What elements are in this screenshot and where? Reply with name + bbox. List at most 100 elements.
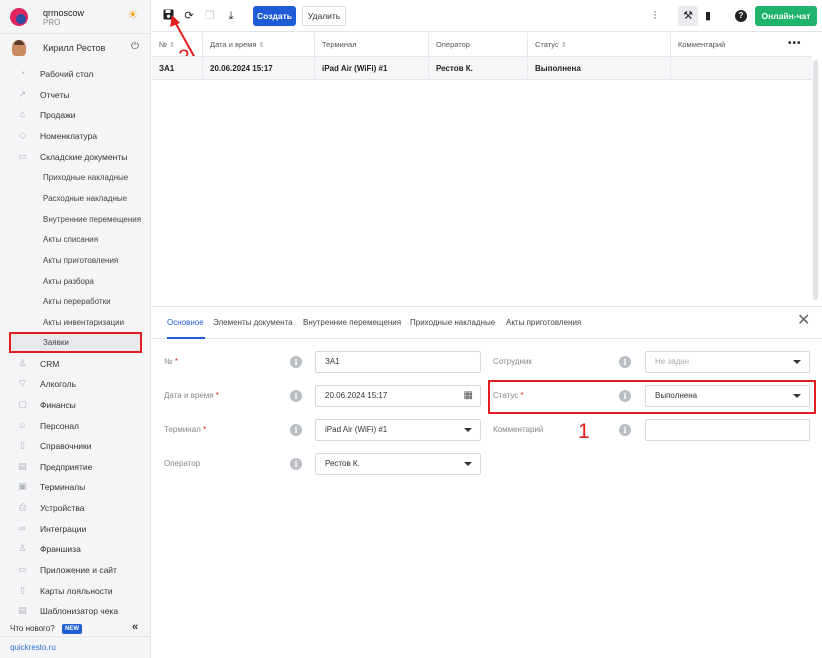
more-options-icon[interactable]: ••• bbox=[788, 33, 802, 55]
terminal-select[interactable]: iPad Air (WiFi) #1 bbox=[315, 419, 481, 441]
sidebar-item-references[interactable]: ▯ Справочники bbox=[0, 436, 151, 456]
online-chat-button[interactable]: Онлайн-чат bbox=[755, 6, 817, 26]
number-input[interactable]: ЗА1 bbox=[315, 351, 481, 373]
sidebar-subitem-cooking-acts[interactable]: Акты приготовления bbox=[0, 250, 151, 270]
sidebar-item-reports[interactable]: ↗ Отчеты bbox=[0, 85, 151, 105]
sidebar-item-label: Франшиза bbox=[40, 544, 81, 554]
app-logo bbox=[10, 8, 28, 26]
employee-select[interactable]: Не задан bbox=[645, 351, 810, 373]
delete-button[interactable]: Удалить bbox=[302, 6, 346, 26]
chevron-down-icon bbox=[464, 428, 472, 432]
status-select[interactable]: Выполнена bbox=[645, 385, 810, 407]
info-icon[interactable]: i bbox=[619, 390, 631, 402]
app-site-icon: ▭ bbox=[18, 564, 27, 574]
site-link[interactable]: quickresto.ru bbox=[10, 643, 56, 652]
table-scrollbar[interactable] bbox=[813, 60, 818, 300]
sidebar-item-label: Внутренние перемещения bbox=[43, 215, 142, 224]
sidebar-subitem-inventory-acts[interactable]: Акты инвентаризации bbox=[0, 312, 151, 332]
sidebar-item-nomenclature[interactable]: ◇ Номенклатура bbox=[0, 126, 151, 146]
sidebar-item-loyalty-cards[interactable]: ▯ Карты лояльности bbox=[0, 581, 151, 601]
receipt-template-icon: ▤ bbox=[18, 605, 27, 615]
column-header-datetime[interactable]: Дата и время ⇕ bbox=[203, 33, 315, 57]
info-icon[interactable]: i bbox=[290, 458, 302, 470]
user-profile[interactable]: Кирилл Рестов ⏻ bbox=[0, 36, 151, 60]
field-label-number: № * bbox=[164, 357, 178, 366]
theme-toggle-icon[interactable]: ☀ bbox=[127, 8, 139, 21]
sidebar-item-label: CRM bbox=[40, 359, 60, 369]
sidebar-item-integrations[interactable]: ∞ Интеграции bbox=[0, 519, 151, 539]
sidebar-subitem-incoming-invoices[interactable]: Приходные накладные bbox=[0, 167, 151, 187]
datetime-input[interactable]: 20.06.2024 15:17 ▦ bbox=[315, 385, 481, 407]
sidebar-subitem-disassembly-acts[interactable]: Акты разбора bbox=[0, 271, 151, 291]
sidebar-item-label: Устройства bbox=[40, 503, 85, 513]
sidebar-item-terminals[interactable]: ▣ Терминалы bbox=[0, 477, 151, 497]
cell-terminal: iPad Air (WiFi) #1 bbox=[315, 57, 429, 80]
brand-plan: PRO bbox=[43, 18, 61, 27]
sidebar-item-sales[interactable]: ⌂ Продажи bbox=[0, 105, 151, 125]
sidebar-item-app-site[interactable]: ▭ Приложение и сайт bbox=[0, 560, 151, 580]
table-header: № ⇕ Дата и время ⇕ Терминал Оператор Ста… bbox=[152, 33, 812, 57]
close-icon[interactable]: ✕ bbox=[797, 313, 810, 329]
sidebar-item-finance[interactable]: ▢ Финансы bbox=[0, 395, 151, 415]
sidebar-item-label: Справочники bbox=[40, 441, 92, 451]
help-icon[interactable]: ? bbox=[735, 10, 747, 22]
settings-sliders-icon[interactable]: ⫶ bbox=[648, 9, 662, 23]
sidebar-item-staff[interactable]: ☺ Персонал bbox=[0, 416, 151, 436]
power-icon[interactable]: ⏻ bbox=[131, 41, 139, 52]
warehouse-icon: ▭ bbox=[18, 151, 27, 161]
chevron-down-icon bbox=[793, 394, 801, 398]
comment-input[interactable] bbox=[645, 419, 810, 441]
sidebar-item-crm[interactable]: ♙ CRM bbox=[0, 354, 151, 374]
sidebar-subitem-requests[interactable]: Заявки bbox=[9, 332, 142, 353]
column-header-terminal[interactable]: Терминал bbox=[315, 33, 429, 57]
operator-select[interactable]: Рестов К. bbox=[315, 453, 481, 475]
sidebar-item-label: Финансы bbox=[40, 400, 76, 410]
sidebar-item-franchise[interactable]: ♙ Франшиза bbox=[0, 539, 151, 559]
info-icon[interactable]: i bbox=[619, 424, 631, 436]
column-header-number[interactable]: № ⇕ bbox=[152, 33, 203, 57]
finance-icon: ▢ bbox=[18, 399, 27, 409]
tab-cooking-acts[interactable]: Акты приготовления bbox=[506, 318, 581, 327]
sidebar-item-label: Акты списания bbox=[43, 235, 99, 244]
tab-main[interactable]: Основное bbox=[167, 318, 204, 327]
sidebar-subitem-outgoing-invoices[interactable]: Расходные накладные bbox=[0, 188, 151, 208]
trash-icon[interactable]: ▮ bbox=[701, 9, 715, 23]
chevron-down-icon bbox=[464, 462, 472, 466]
sidebar-item-receipt-templates[interactable]: ▤ Шаблонизатор чека bbox=[0, 601, 151, 621]
download-icon[interactable]: ⤓ bbox=[224, 9, 238, 23]
tab-internal-transfers[interactable]: Внутренние перемещения bbox=[303, 318, 401, 327]
column-header-status[interactable]: Статус ⇕ bbox=[528, 33, 671, 57]
column-header-operator[interactable]: Оператор bbox=[429, 33, 528, 57]
collapse-sidebar-icon[interactable]: « bbox=[132, 621, 138, 633]
sidebar-item-label: Заявки bbox=[43, 338, 69, 347]
cell-datetime: 20.06.2024 15:17 bbox=[203, 57, 315, 80]
tools-icon[interactable]: ⚒ bbox=[678, 6, 698, 26]
field-label-terminal: Терминал * bbox=[164, 425, 207, 434]
sidebar-item-label: Приходные накладные bbox=[43, 173, 129, 182]
cell-operator: Рестов К. bbox=[429, 57, 528, 80]
sidebar-item-dashboard[interactable]: ◔ Рабочий стол bbox=[0, 64, 151, 84]
annotation-number-1: 1 bbox=[578, 420, 590, 443]
info-icon[interactable]: i bbox=[290, 356, 302, 368]
table-row[interactable]: ЗА1 20.06.2024 15:17 iPad Air (WiFi) #1 … bbox=[152, 57, 812, 80]
info-icon[interactable]: i bbox=[619, 356, 631, 368]
calendar-icon[interactable]: ▦ bbox=[464, 390, 473, 402]
tab-incoming-invoices[interactable]: Приходные накладные bbox=[410, 318, 495, 327]
sidebar-subitem-processing-acts[interactable]: Акты переработки bbox=[0, 291, 151, 311]
create-button[interactable]: Создать bbox=[253, 6, 296, 26]
sidebar-item-label: Терминалы bbox=[40, 482, 86, 492]
tab-document-items[interactable]: Элементы документа bbox=[213, 318, 293, 327]
sidebar-item-devices[interactable]: ⎙ Устройства bbox=[0, 498, 151, 518]
whats-new-link[interactable]: Что нового? bbox=[10, 624, 55, 633]
field-label-employee: Сотрудник bbox=[493, 357, 532, 366]
sidebar-item-alcohol[interactable]: ▽ Алкоголь bbox=[0, 374, 151, 394]
sidebar-item-warehouse-docs[interactable]: ▭ Складские документы bbox=[0, 147, 151, 167]
info-icon[interactable]: i bbox=[290, 424, 302, 436]
field-label-operator: Оператор bbox=[164, 459, 201, 468]
sidebar-subitem-internal-transfers[interactable]: Внутренние перемещения bbox=[0, 209, 151, 229]
sidebar-item-label: Акты разбора bbox=[43, 277, 94, 286]
sidebar-item-enterprise[interactable]: ▤ Предприятие bbox=[0, 457, 151, 477]
sidebar-subitem-write-offs[interactable]: Акты списания bbox=[0, 229, 151, 249]
sidebar-item-label: Карты лояльности bbox=[40, 586, 113, 596]
info-icon[interactable]: i bbox=[290, 390, 302, 402]
